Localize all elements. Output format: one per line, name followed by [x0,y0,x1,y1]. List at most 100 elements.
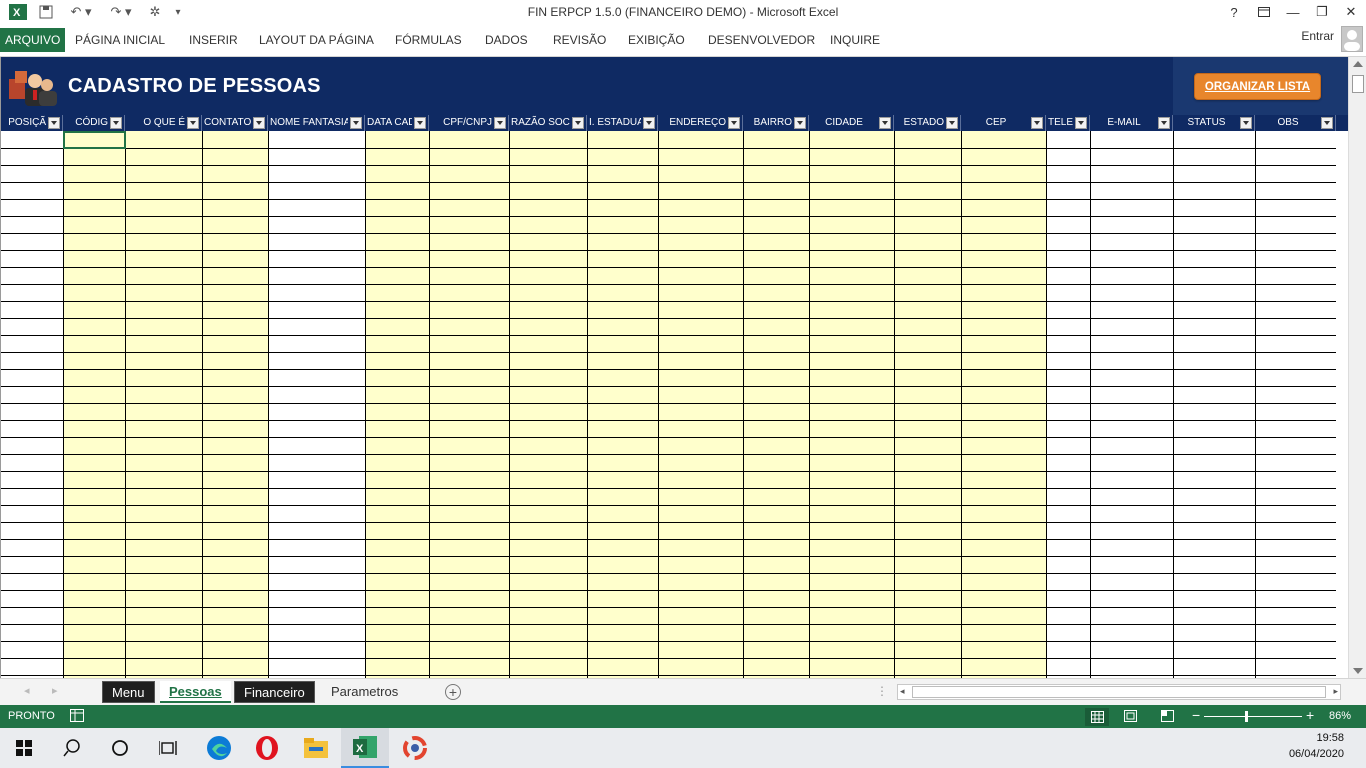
filter-dropdown-icon[interactable] [643,117,655,129]
avatar[interactable] [1341,26,1363,52]
column-header[interactable]: CEP [961,115,1046,131]
scroll-thumb[interactable] [1352,75,1364,93]
grid-column[interactable] [126,131,203,678]
grid-column[interactable] [203,131,269,678]
filter-dropdown-icon[interactable] [350,117,362,129]
tab-revisao[interactable]: REVISÃO [549,28,610,52]
column-header[interactable]: CONTATO [202,115,268,131]
grid-column[interactable] [659,131,744,678]
column-header[interactable]: OBS [1255,115,1336,131]
filter-dropdown-icon[interactable] [1321,117,1333,129]
zoom-slider-thumb[interactable] [1245,711,1248,722]
tab-scroll-left-icon[interactable]: ◂ [24,684,30,697]
scroll-down-icon[interactable] [1353,668,1363,674]
tab-exibicao[interactable]: EXIBIÇÃO [624,28,689,52]
filter-dropdown-icon[interactable] [946,117,958,129]
tab-inquire[interactable]: INQUIRE [826,28,884,52]
vertical-scrollbar[interactable] [1348,57,1366,678]
edge-browser-icon[interactable] [195,728,243,768]
grid-column[interactable] [1174,131,1256,678]
normal-view-icon[interactable] [1085,708,1109,726]
add-sheet-icon[interactable]: + [445,684,461,700]
filter-dropdown-icon[interactable] [1031,117,1043,129]
tab-pagina-inicial[interactable]: PÁGINA INICIAL [71,28,169,52]
column-header[interactable]: E-MAIL [1090,115,1173,131]
excel-taskbar-icon[interactable]: X [341,728,389,768]
data-grid[interactable] [1,131,1336,678]
filter-dropdown-icon[interactable] [253,117,265,129]
windows-start-icon[interactable] [0,728,48,768]
zoom-out-icon[interactable]: − [1192,707,1200,723]
sheet-tab-financeiro[interactable]: Financeiro [234,681,315,703]
column-header[interactable]: CÓDIG [63,115,125,131]
filter-dropdown-icon[interactable] [187,117,199,129]
filter-dropdown-icon[interactable] [1075,117,1087,129]
grid-column[interactable] [810,131,895,678]
column-header[interactable]: CIDADE [809,115,894,131]
help-icon[interactable]: ? [1222,2,1246,22]
column-header[interactable]: I. ESTADUAI [587,115,658,131]
filter-dropdown-icon[interactable] [110,117,122,129]
grid-column[interactable] [588,131,659,678]
column-header[interactable]: RAZÃO SOCIA [509,115,587,131]
minimize-button[interactable]: — [1281,2,1305,22]
scroll-right-icon[interactable]: ▸ [1333,686,1338,697]
cortana-icon[interactable] [96,728,144,768]
zoom-slider[interactable] [1204,716,1302,717]
tab-arquivo[interactable]: ARQUIVO [0,28,66,52]
grid-column[interactable] [1,131,64,678]
page-layout-view-icon[interactable] [1124,710,1137,725]
column-header[interactable]: POSIÇÃ [1,115,63,131]
selected-cell[interactable] [63,131,126,149]
grid-column[interactable] [962,131,1047,678]
column-header[interactable]: ENDEREÇO [658,115,743,131]
tab-dados[interactable]: DADOS [481,28,532,52]
filter-dropdown-icon[interactable] [48,117,60,129]
organize-list-button[interactable]: ORGANIZAR LISTA [1194,73,1321,100]
grid-column[interactable] [510,131,588,678]
grid-column[interactable] [366,131,430,678]
column-header[interactable]: BAIRRO [743,115,809,131]
scroll-left-icon[interactable]: ◂ [900,686,905,697]
sheet-tab-parametros[interactable]: Parametros [322,681,407,703]
grid-column[interactable] [64,131,126,678]
sheet-tab-menu[interactable]: Menu [102,681,155,703]
grid-column[interactable] [895,131,962,678]
macro-record-icon[interactable] [70,709,84,725]
grid-column[interactable] [744,131,810,678]
column-header[interactable]: TELEF [1046,115,1090,131]
column-header[interactable]: CPF/CNPJ [429,115,509,131]
filter-dropdown-icon[interactable] [1158,117,1170,129]
column-header[interactable]: STATUS [1173,115,1255,131]
ribbon-display-icon[interactable] [1252,2,1276,22]
tab-layout-pagina[interactable]: LAYOUT DA PÁGINA [255,28,378,52]
page-break-view-icon[interactable] [1161,710,1174,725]
scroll-thumb[interactable] [912,686,1326,698]
tab-desenvolvedor[interactable]: DESENVOLVEDOR [704,28,819,52]
restore-button[interactable]: ❐ [1310,2,1334,22]
column-header[interactable]: DATA CAD [365,115,429,131]
grid-column[interactable] [1256,131,1336,678]
horizontal-scrollbar[interactable]: ◂ ▸ [897,684,1341,700]
filter-dropdown-icon[interactable] [728,117,740,129]
scroll-up-icon[interactable] [1353,61,1363,67]
tab-inserir[interactable]: INSERIR [185,28,242,52]
task-view-icon[interactable] [144,728,192,768]
zoom-in-icon[interactable]: + [1306,707,1314,723]
signin-link[interactable]: Entrar [1301,29,1334,43]
filter-dropdown-icon[interactable] [794,117,806,129]
search-icon[interactable] [48,728,96,768]
sheet-tab-pessoas[interactable]: Pessoas [160,681,231,703]
tab-scroll-right-icon[interactable]: ▸ [52,684,58,697]
column-header[interactable]: ESTADO [894,115,961,131]
taskbar-clock[interactable]: 19:58 06/04/2020 [1289,732,1344,760]
opera-browser-icon[interactable] [243,728,291,768]
filter-dropdown-icon[interactable] [494,117,506,129]
grid-column[interactable] [430,131,510,678]
file-explorer-icon[interactable] [292,728,340,768]
splitter-handle-icon[interactable]: ⋮ [876,684,888,698]
column-header[interactable]: O QUE É [125,115,202,131]
filter-dropdown-icon[interactable] [1240,117,1252,129]
filter-dropdown-icon[interactable] [879,117,891,129]
column-header[interactable]: NOME FANTASIA [268,115,365,131]
